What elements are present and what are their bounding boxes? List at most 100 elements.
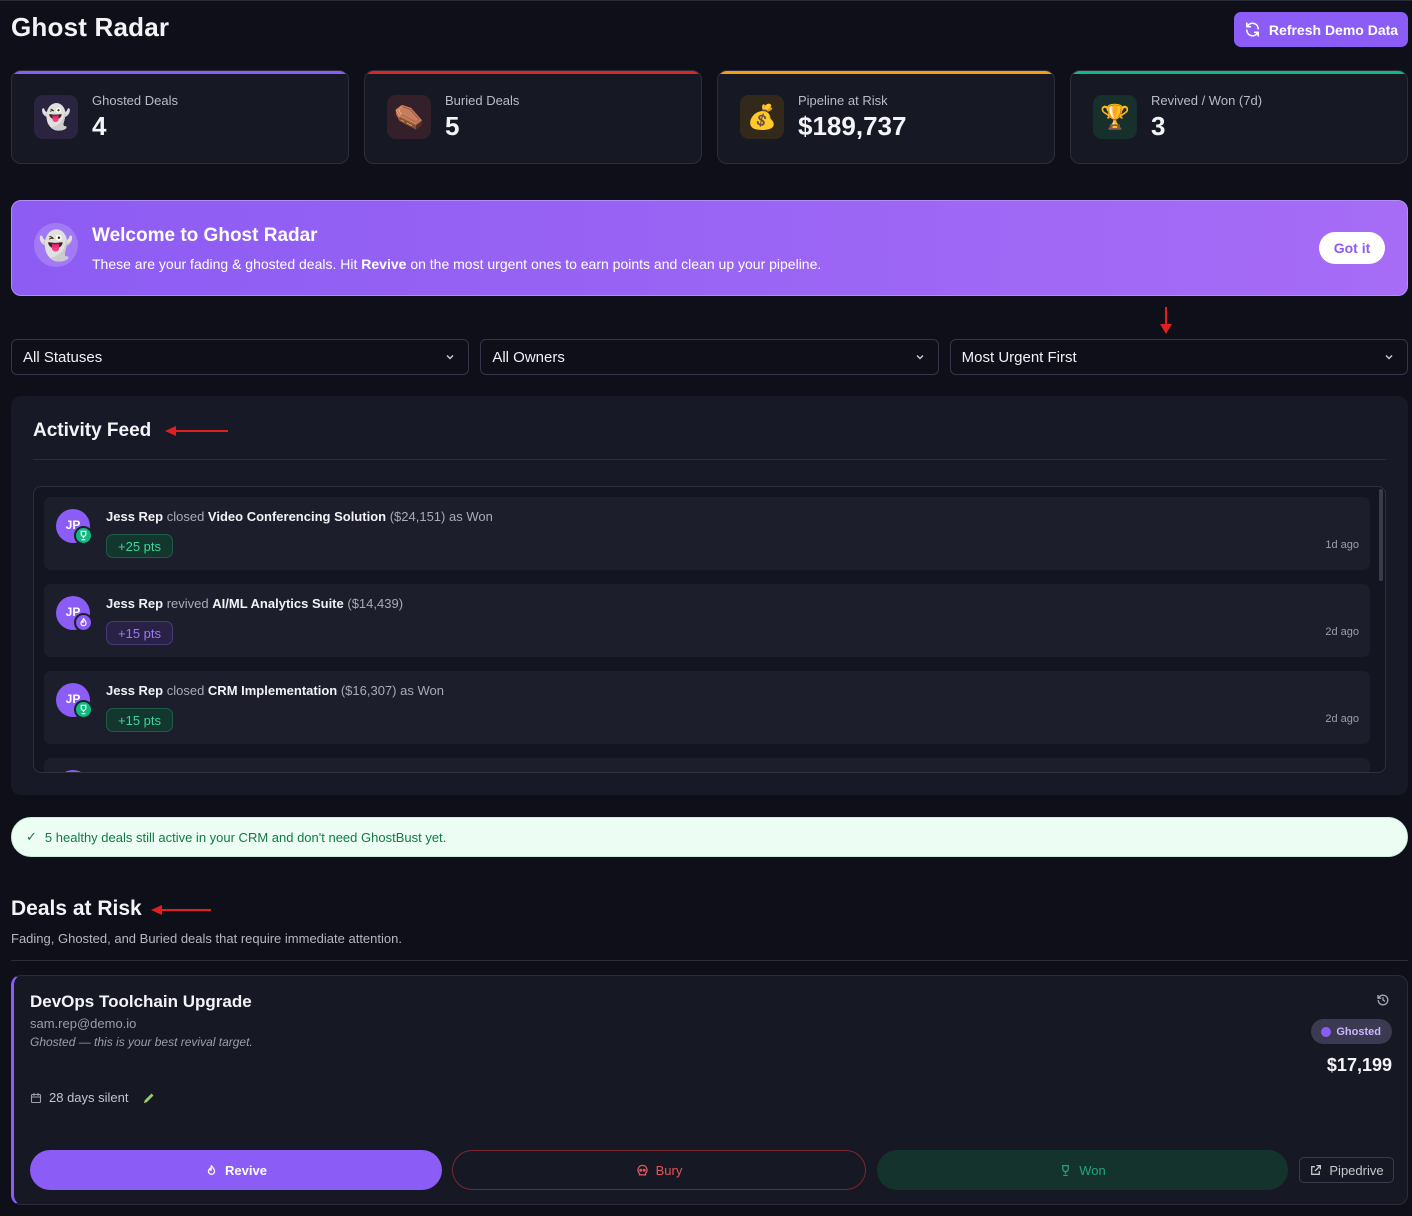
skull-icon (637, 1164, 648, 1175)
deal-value: $17,199 (1326, 1055, 1392, 1075)
healthy-deals-text: 5 healthy deals still active in your CRM… (44, 829, 447, 845)
healthy-deals-notice: ✓ 5 healthy deals still active in your C… (11, 817, 1408, 857)
ghost-icon: 👻 (34, 223, 78, 267)
owner-filter-select[interactable]: All Owners (480, 339, 939, 375)
bury-button[interactable]: Bury (452, 1150, 866, 1190)
filters-row: All Statuses All Owners Most Urgent Firs… (11, 339, 1408, 375)
activity-feed-title: Activity Feed (33, 420, 152, 441)
refresh-demo-data-button[interactable]: Refresh Demo Data (1234, 12, 1408, 47)
external-link-icon (1311, 1164, 1322, 1175)
activity-verb: closed (166, 509, 205, 524)
deals-at-risk-title: Deals at Risk (11, 897, 142, 920)
refresh-icon (1245, 22, 1259, 37)
got-it-button[interactable]: Got it (1319, 232, 1385, 264)
activity-feed-list[interactable]: JP Jess Rep closed Video Conferencing So… (33, 486, 1386, 773)
pencil-icon[interactable] (142, 1091, 156, 1105)
stat-accent-bar (365, 71, 701, 74)
timestamp: 1d ago (1325, 539, 1359, 551)
stat-label: Pipeline at Risk (798, 93, 888, 108)
activity-suffix: as Won (400, 683, 444, 698)
annotation-arrow-down (1160, 307, 1172, 334)
divider (33, 459, 1386, 460)
activity-item: JP Jess Rep revived AI/ML Analytics Suit… (44, 584, 1370, 657)
stat-accent-bar (718, 71, 1054, 74)
chevron-down-icon (916, 354, 924, 360)
days-silent-text: 28 days silent (49, 1090, 129, 1105)
stat-value: 3 (1151, 111, 1166, 141)
points-badge: +15 pts (106, 621, 174, 645)
won-label: Won (1079, 1162, 1106, 1178)
deal-owner-email: sam.rep@demo.io (30, 1016, 137, 1031)
stat-label: Ghosted Deals (92, 93, 178, 108)
stat-card-revived-won: 🏆 Revived / Won (7d) 3 (1070, 70, 1408, 164)
trophy-icon: 🏆 (1093, 95, 1137, 139)
status-filter-value: All Statuses (23, 348, 103, 366)
deals-at-risk-subtitle: Fading, Ghosted, and Buried deals that r… (11, 931, 402, 946)
activity-user: Jess Rep (106, 683, 164, 698)
welcome-text-start: These are your fading & ghosted deals. H… (92, 256, 362, 272)
trophy-icon (1062, 1164, 1070, 1176)
stat-value: 5 (445, 111, 460, 141)
deal-note: Ghosted — this is your best revival targ… (30, 1035, 253, 1049)
page-header: Ghost Radar Refresh Demo Data (11, 12, 1408, 48)
flame-icon (207, 1164, 216, 1175)
activity-deal: CRM Implementation (207, 683, 338, 698)
scrollbar[interactable] (1379, 489, 1383, 581)
chevron-down-icon (1385, 354, 1393, 360)
revive-label: Revive (225, 1162, 267, 1178)
activity-deal: AI/ML Analytics Suite (212, 596, 344, 611)
welcome-banner: 👻 Welcome to Ghost Radar These are your … (11, 200, 1408, 296)
stat-label: Buried Deals (445, 93, 520, 108)
activity-text: Jess Rep closed Video Conferencing Solut… (106, 509, 493, 524)
activity-item-partial (44, 758, 1370, 772)
timestamp: 2d ago (1325, 713, 1359, 725)
stat-card-ghosted: 👻 Ghosted Deals 4 (11, 70, 349, 164)
annotation-arrow-left (151, 905, 211, 915)
top-border (0, 0, 1412, 1)
revive-button[interactable]: Revive (30, 1150, 442, 1190)
stat-accent-bar (12, 71, 348, 74)
activity-amount: ($16,307) (340, 683, 397, 698)
stat-accent-bar (1071, 71, 1407, 74)
owner-filter-value: All Owners (492, 348, 565, 366)
pipedrive-link[interactable]: Pipedrive (1299, 1157, 1394, 1183)
stats-row: 👻 Ghosted Deals 4 ⚰️ Buried Deals 5 💰 Pi… (11, 70, 1408, 164)
history-icon[interactable] (1376, 993, 1390, 1007)
money-bag-icon: 💰 (740, 95, 784, 139)
points-badge: +15 pts (106, 708, 174, 732)
annotation-arrow-left (165, 426, 228, 436)
points-badge: +25 pts (106, 534, 174, 558)
stat-card-buried: ⚰️ Buried Deals 5 (364, 70, 702, 164)
deal-card: DevOps Toolchain Upgrade sam.rep@demo.io… (11, 975, 1408, 1205)
welcome-title: Welcome to Ghost Radar (92, 225, 318, 246)
stat-label: Revived / Won (7d) (1151, 93, 1263, 108)
deal-name: DevOps Toolchain Upgrade (30, 992, 252, 1011)
trophy-icon (74, 700, 93, 719)
activity-text: Jess Rep closed CRM Implementation ($16,… (106, 683, 444, 698)
pipedrive-label: Pipedrive (1329, 1162, 1384, 1178)
status-label: Ghosted (1336, 1025, 1381, 1038)
won-button[interactable]: Won (877, 1150, 1288, 1190)
activity-amount: ($14,439) (347, 596, 404, 611)
divider (11, 960, 1408, 961)
activity-item: JP Jess Rep closed Video Conferencing So… (44, 497, 1370, 570)
activity-feed-panel: Activity Feed JP Jess Rep closed Video C… (11, 396, 1408, 795)
activity-user: Jess Rep (106, 509, 164, 524)
refresh-label: Refresh Demo Data (1268, 21, 1399, 38)
coffin-icon: ⚰️ (387, 95, 431, 139)
sort-select[interactable]: Most Urgent First (949, 339, 1408, 375)
activity-deal: Video Conferencing Solution (207, 509, 387, 524)
activity-verb: revived (166, 596, 209, 611)
chevron-down-icon (446, 354, 454, 360)
stat-card-pipeline-risk: 💰 Pipeline at Risk $189,737 (717, 70, 1055, 164)
trophy-icon (74, 526, 93, 545)
status-filter-select[interactable]: All Statuses (11, 339, 470, 375)
activity-user: Jess Rep (106, 596, 164, 611)
page-title: Ghost Radar (11, 12, 170, 42)
activity-suffix: as Won (448, 509, 493, 524)
status-dot (1321, 1026, 1332, 1037)
calendar-icon (30, 1092, 42, 1103)
activity-text: Jess Rep revived AI/ML Analytics Suite (… (106, 596, 403, 611)
activity-amount: ($24,151) (389, 509, 446, 524)
stat-value: $189,737 (798, 111, 907, 141)
